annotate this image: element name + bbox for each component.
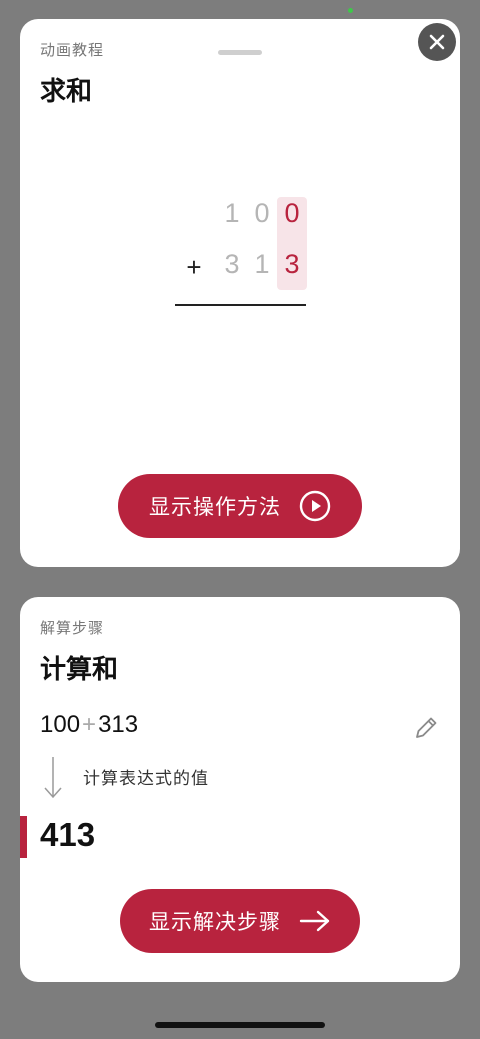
sum-line [175,304,306,306]
show-method-label: 显示操作方法 [149,495,281,519]
expression-operator: + [82,711,97,738]
arrow-down-icon [42,755,64,805]
expression: 100+313 [40,711,138,739]
solution-steps-card: 解算步骤 计算和 100+313 计算表达式的值 413 显示解决步骤 [20,597,460,982]
play-icon [299,490,331,522]
expression-left: 100 [40,711,81,738]
show-steps-label: 显示解决步骤 [149,910,281,934]
close-icon [429,34,445,50]
result-value: 413 [40,816,96,853]
animation-tutorial-card: 动画教程 求和 1 0 0 + 3 1 3 显示操作方法 [20,19,460,567]
edit-button[interactable] [412,714,440,746]
screen: 动画教程 求和 1 0 0 + 3 1 3 显示操作方法 解算步骤 计算和 10… [0,0,480,1039]
status-indicator-dot [348,8,353,13]
addend2-digit-hundreds: 3 [224,249,240,279]
result-marker [20,816,27,858]
step-description: 计算表达式的值 [83,769,209,789]
close-button[interactable] [418,23,456,61]
show-steps-button[interactable]: 显示解决步骤 [120,889,360,953]
addend2-digit-ones: 3 [284,249,300,279]
show-method-button[interactable]: 显示操作方法 [118,474,362,538]
addend1-digit-tens: 0 [254,198,270,228]
card-title: 求和 [40,77,93,107]
card-subtitle: 解算步骤 [40,619,105,637]
drag-handle[interactable] [218,50,262,55]
card-subtitle: 动画教程 [40,41,105,59]
pencil-icon [416,717,437,738]
column-addition: 1 0 0 + 3 1 3 [175,194,315,314]
home-indicator[interactable] [155,1022,325,1028]
addend1-digit-ones: 0 [284,198,300,228]
card-title: 计算和 [40,655,119,685]
addend2-digit-tens: 1 [254,249,270,279]
expression-right: 313 [98,711,139,738]
addend1-digit-hundreds: 1 [224,198,240,228]
arrow-right-icon [299,909,331,933]
plus-operator: + [186,252,202,282]
